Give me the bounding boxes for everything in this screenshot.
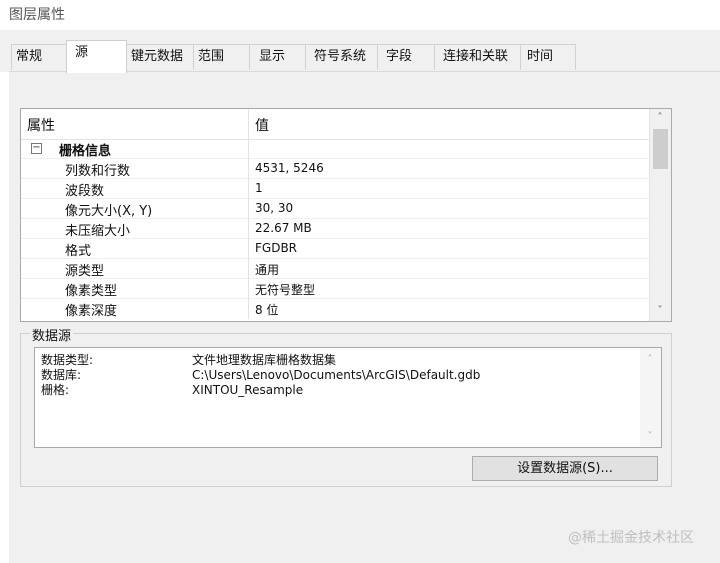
grid-row[interactable]: 像素类型 无符号整型 bbox=[21, 279, 649, 299]
tab-strip: 常规 源 键元数据 范围 显示 符号系统 字段 连接和关联 时间 bbox=[0, 30, 720, 73]
tab-label: 时间 bbox=[527, 49, 554, 64]
property-name: 列数和行数 bbox=[65, 164, 131, 179]
property-value: 4531, 5246 bbox=[255, 161, 324, 175]
cell-divider bbox=[248, 139, 249, 159]
watermark: @稀土掘金技术社区 bbox=[568, 530, 694, 546]
grid-row[interactable]: 像素深度 8 位 bbox=[21, 299, 649, 319]
tab-joins-relates[interactable]: 连接和关联 bbox=[434, 44, 521, 70]
tab-general[interactable]: 常规 bbox=[11, 44, 67, 70]
property-name: 格式 bbox=[65, 244, 92, 259]
column-header-value[interactable]: 值 bbox=[255, 115, 269, 135]
scrollbar-thumb[interactable] bbox=[653, 129, 668, 169]
property-name: 像素类型 bbox=[65, 284, 118, 299]
grid-vertical-scrollbar[interactable]: ˄ ˅ bbox=[649, 109, 671, 321]
property-name: 像素深度 bbox=[65, 304, 118, 319]
cell-divider bbox=[248, 179, 249, 199]
cell-divider bbox=[248, 259, 249, 279]
grid-row[interactable]: 列数和行数 4531, 5246 bbox=[21, 159, 649, 179]
data-type-value: 文件地理数据库栅格数据集 bbox=[192, 353, 337, 367]
column-divider[interactable] bbox=[248, 109, 249, 139]
set-data-source-button[interactable]: 设置数据源(S)... bbox=[472, 456, 658, 481]
grid-row[interactable]: 波段数 1 bbox=[21, 179, 649, 199]
tab-label: 源 bbox=[75, 45, 89, 60]
tab-label: 字段 bbox=[386, 49, 413, 64]
tab-key-metadata[interactable]: 键元数据 bbox=[126, 44, 194, 70]
data-source-group-label: 数据源 bbox=[30, 325, 74, 344]
scroll-down-icon[interactable]: ˅ bbox=[654, 305, 666, 317]
property-value: 无符号整型 bbox=[255, 283, 316, 297]
property-name: 源类型 bbox=[65, 264, 105, 279]
tab-label: 范围 bbox=[198, 49, 225, 64]
tab-label: 显示 bbox=[259, 49, 286, 64]
data-source-info-box[interactable]: 数据类型: 文件地理数据库栅格数据集 数据库: C:\Users\Lenovo\… bbox=[34, 347, 662, 448]
collapse-toggle-icon[interactable]: − bbox=[31, 143, 42, 154]
cell-divider bbox=[248, 279, 249, 299]
property-value: 1 bbox=[255, 181, 263, 195]
property-value: FGDBR bbox=[255, 241, 298, 255]
property-name: 波段数 bbox=[65, 184, 105, 199]
cell-divider bbox=[248, 239, 249, 259]
scroll-down-icon[interactable]: ˅ bbox=[644, 431, 656, 443]
property-value: 22.67 MB bbox=[255, 221, 312, 235]
raster-label: 栅格: bbox=[41, 383, 70, 397]
tab-symbology[interactable]: 符号系统 bbox=[305, 44, 378, 70]
database-path-value: C:\Users\Lenovo\Documents\ArcGIS\Default… bbox=[192, 368, 481, 382]
tab-source[interactable]: 源 bbox=[66, 40, 127, 73]
cell-divider bbox=[248, 199, 249, 219]
tab-label: 常规 bbox=[16, 49, 43, 64]
tab-display[interactable]: 显示 bbox=[249, 44, 306, 70]
grid-row[interactable]: 像元大小(X, Y) 30, 30 bbox=[21, 199, 649, 219]
category-row-raster-info[interactable]: − 栅格信息 bbox=[21, 139, 649, 159]
scroll-up-icon[interactable]: ˄ bbox=[654, 112, 666, 124]
tab-label: 键元数据 bbox=[131, 49, 184, 64]
grid-row[interactable]: 格式 FGDBR bbox=[21, 239, 649, 259]
tab-label: 连接和关联 bbox=[443, 49, 509, 64]
category-label: 栅格信息 bbox=[59, 144, 112, 159]
grid-row[interactable]: 源类型 通用 bbox=[21, 259, 649, 279]
property-value: 30, 30 bbox=[255, 201, 294, 215]
window-title: 图层属性 bbox=[9, 7, 65, 23]
cell-divider bbox=[248, 159, 249, 179]
tab-time[interactable]: 时间 bbox=[520, 44, 576, 70]
raster-name-value: XINTOU_Resample bbox=[192, 383, 304, 397]
database-label: 数据库: bbox=[41, 368, 82, 382]
tab-extent[interactable]: 范围 bbox=[193, 44, 250, 70]
grid-row[interactable]: 未压缩大小 22.67 MB bbox=[21, 219, 649, 239]
scroll-up-icon[interactable]: ˄ bbox=[644, 354, 656, 366]
raster-info-property-grid[interactable]: 属性 值 − 栅格信息 列数和行数 4531, 5246 波段数 1 像元大小(… bbox=[20, 108, 672, 322]
cell-divider bbox=[248, 299, 249, 319]
data-type-label: 数据类型: bbox=[41, 353, 94, 367]
property-value: 8 位 bbox=[255, 303, 279, 317]
tab-fields[interactable]: 字段 bbox=[377, 44, 435, 70]
property-name: 像元大小(X, Y) bbox=[65, 204, 153, 219]
info-box-vertical-scrollbar[interactable]: ˄ ˅ bbox=[640, 348, 661, 447]
property-name: 未压缩大小 bbox=[65, 224, 131, 239]
property-value: 通用 bbox=[255, 263, 280, 277]
column-header-property[interactable]: 属性 bbox=[27, 115, 55, 135]
tab-label: 符号系统 bbox=[314, 49, 367, 64]
grid-header: 属性 值 bbox=[21, 109, 649, 140]
cell-divider bbox=[248, 219, 249, 239]
